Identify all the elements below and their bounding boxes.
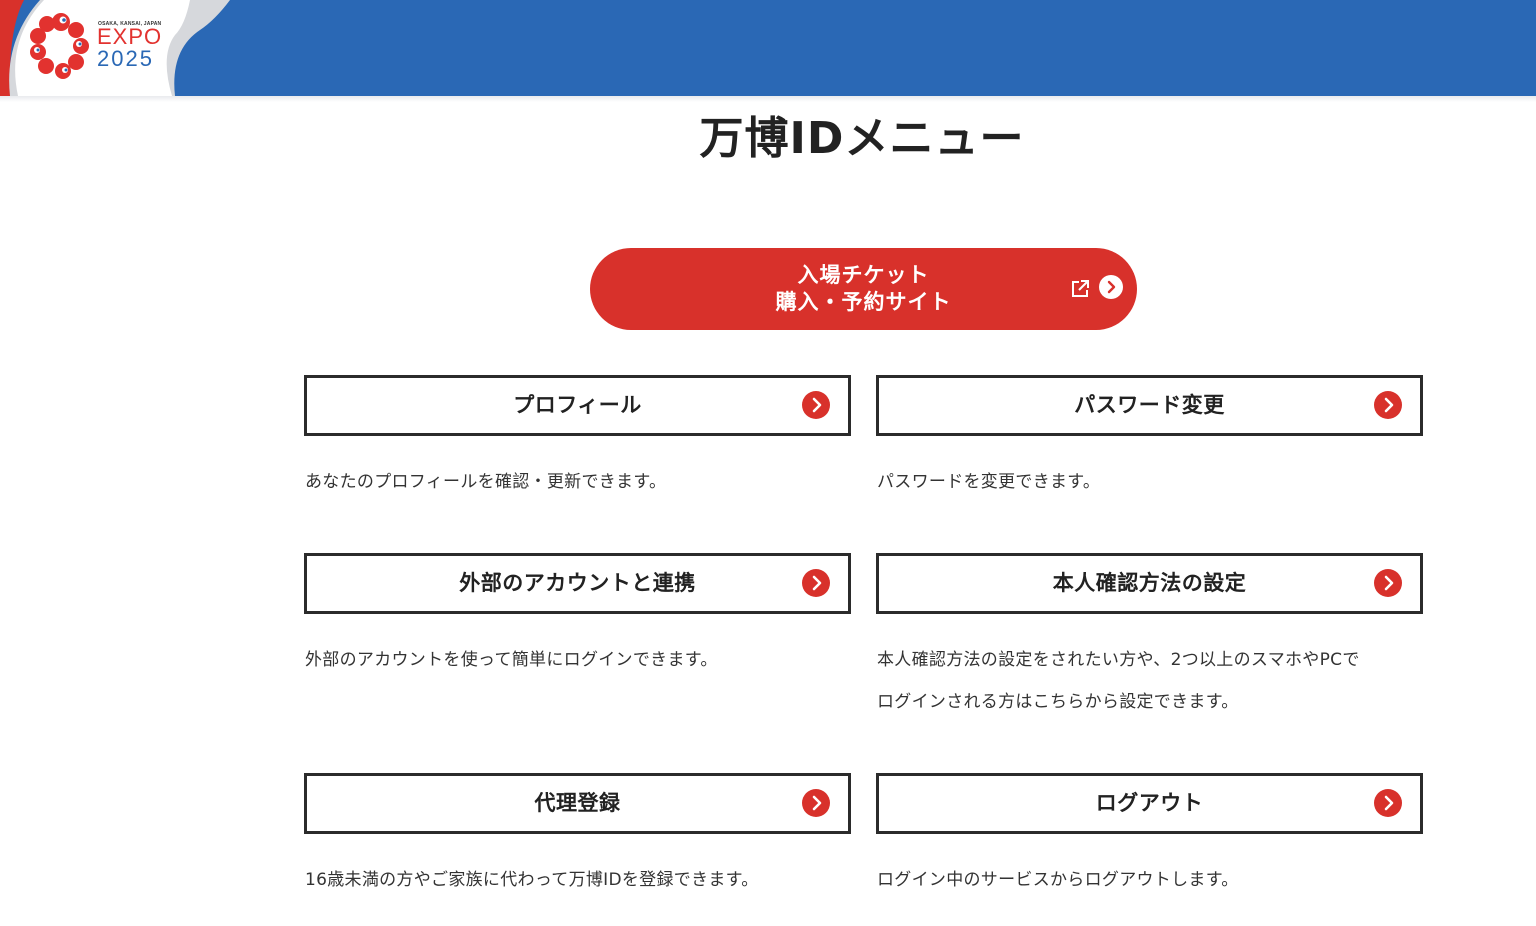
chevron-right-circle-icon xyxy=(802,569,830,597)
ticket-site-button[interactable]: 入場チケット 購入・予約サイト xyxy=(590,248,1137,330)
chevron-right-circle-icon xyxy=(1374,789,1402,817)
external-account-description: 外部のアカウントを使って簡単にログインできます。 xyxy=(305,650,718,670)
identity-settings-button[interactable]: 本人確認方法の設定 xyxy=(876,553,1423,614)
identity-settings-description: 本人確認方法の設定をされたい方や、2つ以上のスマホやPCで ログインされる方はこ… xyxy=(877,639,1437,723)
page: OSAKA, KANSAI, JAPAN EXPO 2025 万博IDメニュー … xyxy=(0,0,1536,926)
external-account-button-label: 外部のアカウントと連携 xyxy=(459,571,696,595)
password-description: パスワードを変更できます。 xyxy=(877,472,1101,492)
profile-description: あなたのプロフィールを確認・更新できます。 xyxy=(305,472,667,492)
chevron-right-circle-icon xyxy=(802,789,830,817)
ticket-label-line2: 購入・予約サイト xyxy=(775,290,952,314)
page-title: 万博IDメニュー xyxy=(699,113,1025,164)
proxy-registration-button-label: 代理登録 xyxy=(534,791,621,815)
chevron-right-circle-icon xyxy=(1374,569,1402,597)
identity-description-line2: ログインされる方はこちらから設定できます。 xyxy=(877,692,1239,712)
proxy-registration-button[interactable]: 代理登録 xyxy=(304,773,851,834)
logout-button[interactable]: ログアウト xyxy=(876,773,1423,834)
profile-button[interactable]: プロフィール xyxy=(304,375,851,436)
chevron-right-circle-icon xyxy=(1374,391,1402,419)
identity-description-line1: 本人確認方法の設定をされたい方や、2つ以上のスマホやPCで xyxy=(877,650,1360,670)
external-account-button[interactable]: 外部のアカウントと連携 xyxy=(304,553,851,614)
logo-expo-text: EXPO xyxy=(97,24,163,49)
external-link-icon xyxy=(1072,280,1089,297)
ticket-button-label: 入場チケット 購入・予約サイト xyxy=(590,262,1137,316)
proxy-registration-description: 16歳未満の方やご家族に代わって万博IDを登録できます。 xyxy=(305,870,759,890)
logo-year-text: 2025 xyxy=(97,46,154,71)
profile-button-label: プロフィール xyxy=(513,393,642,417)
ticket-label-line1: 入場チケット xyxy=(797,263,930,287)
chevron-right-circle-icon xyxy=(1099,275,1123,299)
expo-logo[interactable]: OSAKA, KANSAI, JAPAN EXPO 2025 xyxy=(0,0,240,96)
logout-button-label: ログアウト xyxy=(1095,791,1204,815)
logout-description: ログイン中のサービスからログアウトします。 xyxy=(877,870,1239,890)
password-change-button[interactable]: パスワード変更 xyxy=(876,375,1423,436)
password-button-label: パスワード変更 xyxy=(1074,393,1225,417)
identity-settings-button-label: 本人確認方法の設定 xyxy=(1052,571,1247,595)
chevron-right-circle-icon xyxy=(802,391,830,419)
